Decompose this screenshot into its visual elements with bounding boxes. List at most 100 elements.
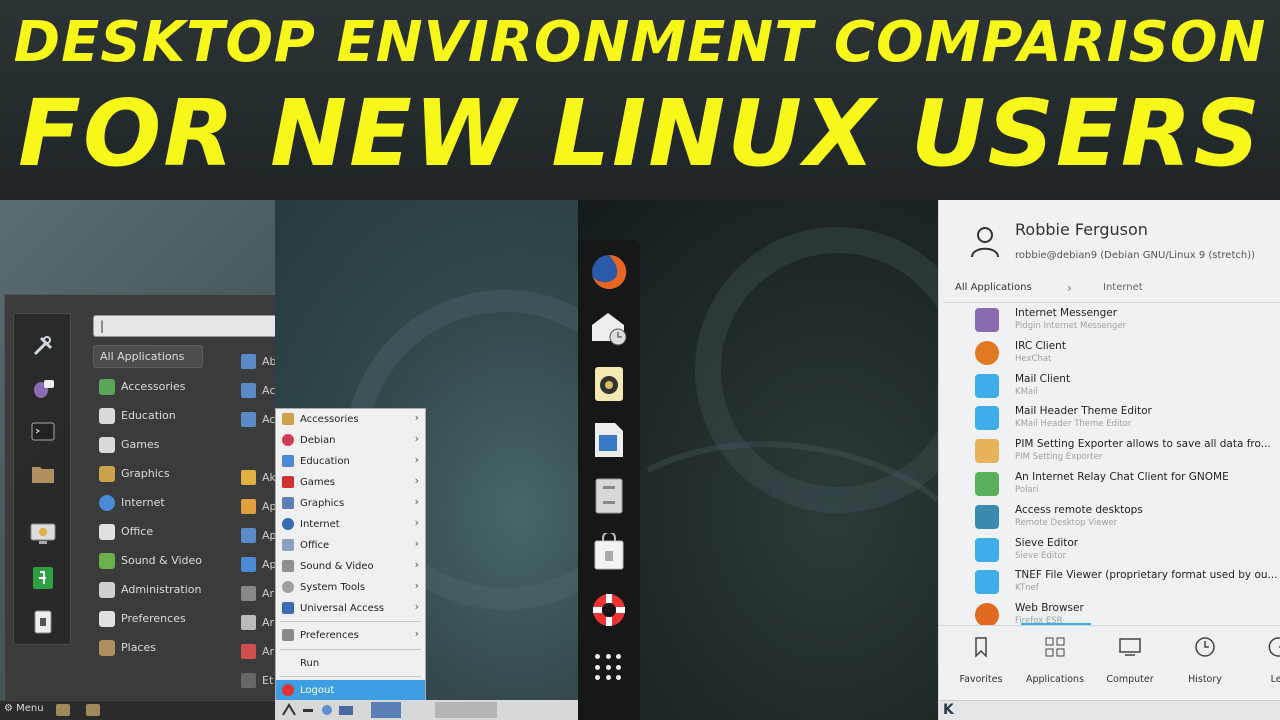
list-item[interactable]: An Internet Relay Chat Client for GNOME P… (939, 468, 1280, 501)
category-sound-video[interactable]: Sound & Video (93, 546, 223, 575)
menu-item-logout[interactable]: Logout (276, 680, 425, 700)
list-item[interactable]: Ak (241, 463, 275, 492)
category-education[interactable]: Education (93, 401, 223, 430)
shutdown-icon[interactable] (29, 608, 57, 636)
folder-icon[interactable] (29, 460, 57, 488)
app-icon (241, 499, 256, 514)
category-office[interactable]: Office (93, 517, 223, 546)
list-item[interactable]: Ar (241, 579, 275, 608)
list-item[interactable]: Et (241, 666, 275, 695)
list-item[interactable]: Ap (241, 521, 275, 550)
tab-history[interactable]: History (1165, 636, 1245, 685)
tab-applications[interactable]: Applications (1015, 636, 1095, 685)
list-item[interactable]: Ar (241, 637, 275, 666)
software-bag-icon[interactable] (589, 532, 629, 572)
category-internet[interactable]: Internet (93, 488, 223, 517)
logout-icon[interactable] (29, 564, 57, 592)
list-item[interactable]: IRC Client HexChat (939, 337, 1280, 370)
list-item[interactable]: Ap (241, 550, 275, 579)
list-item[interactable]: Ar (241, 608, 275, 637)
remote-desktop-icon (975, 504, 999, 529)
window-button[interactable] (371, 702, 401, 718)
pidgin-icon[interactable] (29, 374, 57, 402)
office-icon (282, 539, 294, 551)
category-games[interactable]: Games (93, 430, 223, 459)
window-button[interactable] (435, 702, 497, 718)
list-item[interactable]: Ap (241, 492, 275, 521)
menu-item-games[interactable]: Games › (276, 472, 425, 492)
breadcrumb-all-applications[interactable]: All Applications (955, 282, 1032, 293)
breadcrumb-internet[interactable]: Internet (1103, 282, 1143, 293)
show-applications-icon[interactable] (595, 654, 623, 682)
panel-launchers-icon[interactable] (281, 703, 361, 717)
kde-logo-icon[interactable]: K (943, 702, 954, 718)
menu-item-graphics[interactable]: Graphics › (276, 493, 425, 513)
list-item[interactable]: Mail Client KMail (939, 370, 1280, 403)
tools-icon[interactable] (29, 332, 57, 360)
menu-button[interactable]: ⚙ Menu (4, 703, 44, 714)
chevron-right-icon: › (414, 495, 419, 508)
tab-computer[interactable]: Computer (1090, 636, 1170, 685)
chevron-right-icon: › (414, 579, 419, 592)
list-item[interactable]: Internet Messenger Pidgin Internet Messen… (939, 304, 1280, 337)
menu-item-internet[interactable]: Internet › (276, 514, 425, 534)
tab-leave[interactable]: Lea (1239, 636, 1280, 685)
category-all-applications[interactable]: All Applications (93, 345, 203, 368)
menu-item-sound-video[interactable]: Sound & Video › (276, 556, 425, 576)
list-item[interactable]: Ab (241, 347, 275, 376)
divider (943, 302, 1280, 303)
list-item[interactable]: TNEF File Viewer (proprietary format use… (939, 566, 1280, 599)
category-administration[interactable]: Administration (93, 575, 223, 604)
folder-icon[interactable] (86, 704, 100, 716)
document-icon[interactable] (589, 420, 629, 460)
games-icon (99, 436, 115, 453)
menu-item-accessories[interactable]: Accessories › (276, 409, 425, 429)
file-cabinet-icon[interactable] (589, 476, 629, 516)
list-item[interactable]: Sieve Editor Sieve Editor (939, 534, 1280, 567)
list-item[interactable]: Mail Header Theme Editor KMail Header The… (939, 402, 1280, 435)
category-graphics[interactable]: Graphics (93, 459, 223, 488)
menu-item-universal-access[interactable]: Universal Access › (276, 598, 425, 618)
leave-icon (1268, 637, 1280, 657)
category-label: Internet (121, 496, 165, 509)
chevron-right-icon: › (414, 432, 419, 445)
firefox-icon[interactable] (589, 252, 629, 292)
list-item[interactable]: PIM Setting Exporter allows to save all … (939, 435, 1280, 468)
terminal-icon[interactable] (29, 418, 57, 446)
list-item[interactable]: Ac (241, 405, 275, 434)
app-icon (241, 412, 256, 427)
category-places[interactable]: Places (93, 633, 223, 662)
menu-item-education[interactable]: Education › (276, 451, 425, 471)
help-lifebuoy-icon[interactable] (589, 590, 629, 630)
app-icon (241, 557, 256, 572)
chevron-right-icon: › (414, 453, 419, 466)
category-preferences[interactable]: Preferences (93, 604, 223, 633)
list-item[interactable]: Ac (241, 376, 275, 405)
places-icon (99, 639, 115, 656)
pidgin-icon (975, 308, 999, 332)
tab-favorites[interactable]: Favorites (941, 636, 1021, 685)
computer-icon (1119, 638, 1141, 656)
file-manager-icon[interactable] (56, 704, 70, 716)
mail-clock-icon[interactable] (589, 308, 629, 348)
accessories-icon (282, 413, 294, 425)
lock-screen-icon[interactable] (29, 520, 57, 548)
menu-item-debian[interactable]: Debian › (276, 430, 425, 450)
education-icon (282, 455, 294, 467)
menu-item-preferences[interactable]: Preferences › (276, 625, 425, 645)
user-avatar-icon (971, 227, 999, 258)
menu-item-system-tools[interactable]: System Tools › (276, 577, 425, 597)
search-input[interactable]: | (93, 315, 275, 337)
menu-separator (280, 649, 421, 650)
applications-grid-icon (1045, 637, 1065, 657)
app-icon (241, 354, 256, 369)
chevron-right-icon: › (414, 558, 419, 571)
speaker-icon[interactable] (589, 364, 629, 404)
chevron-right-icon: › (414, 474, 419, 487)
office-icon (99, 523, 115, 540)
list-item[interactable]: Access remote desktops Remote Desktop Vie… (939, 501, 1280, 534)
menu-item-office[interactable]: Office › (276, 535, 425, 555)
menu-item-run[interactable]: Run (276, 653, 425, 673)
category-accessories[interactable]: Accessories (93, 372, 223, 401)
kde-app-list: Internet Messenger Pidgin Internet Messen… (939, 304, 1280, 632)
